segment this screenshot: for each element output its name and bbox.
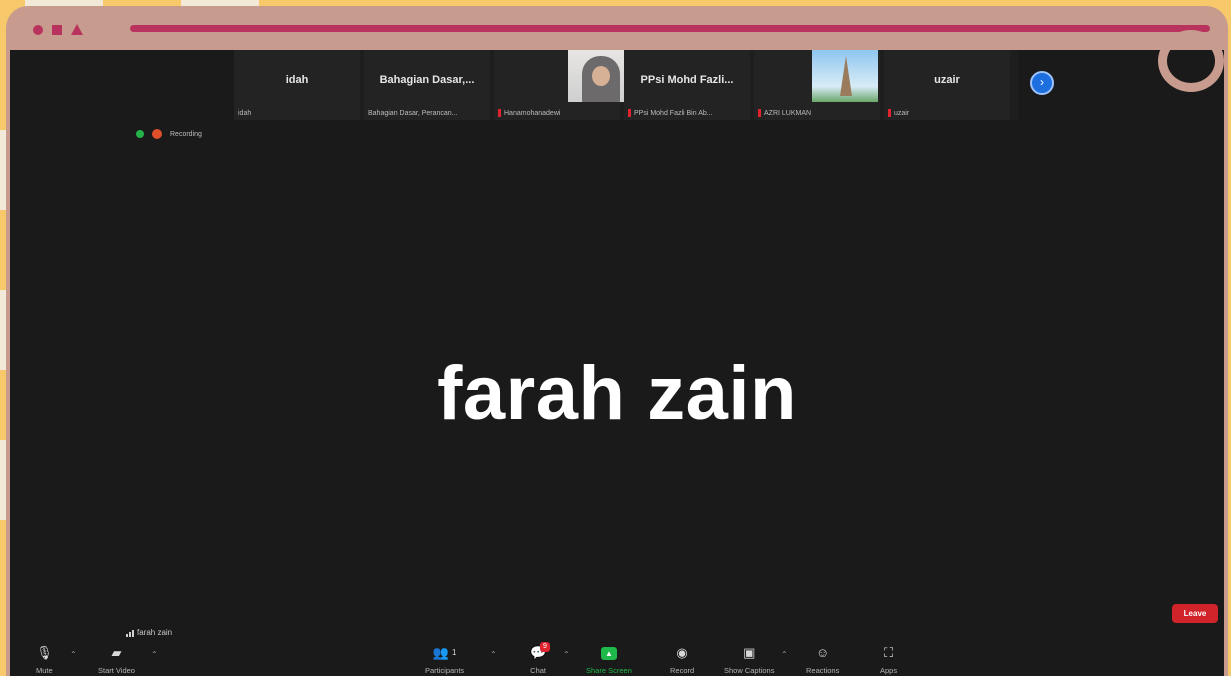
recording-indicator: Recording [136,129,202,139]
participant-photo [812,50,878,102]
chevron-up-icon[interactable]: ⌃ [563,650,570,659]
start-video-button[interactable]: ▰ Start Video [98,645,135,676]
participant-label: idah [238,110,252,117]
muted-mic-icon [628,109,631,117]
leave-button[interactable]: Leave [1172,604,1218,623]
self-view-label: farah zain [126,628,172,637]
muted-mic-icon [888,109,891,117]
chevron-up-icon[interactable]: ⌃ [490,650,497,659]
chevron-up-icon[interactable]: ⌃ [70,650,77,659]
captions-icon: ▣ [743,645,756,660]
window-frame: idah idah Bahagian Dasar,... Bahagian Da… [6,6,1228,676]
show-captions-button[interactable]: ▣ Show Captions [724,645,774,676]
participant-tile[interactable]: idah idah [234,50,360,120]
share-screen-button[interactable]: ▲ Share Screen [586,646,632,675]
meeting-toolbar: 🎙 Mute ⌃ ▰ Start Video ⌃ 👥 1 Participants… [10,640,1224,676]
record-icon [152,129,162,139]
participant-label: AZRI LUKMAN [758,109,811,117]
participant-label: Bahagian Dasar, Perancan... [368,110,458,117]
chevron-up-icon[interactable]: ⌃ [151,650,158,659]
participant-name: idah [285,74,309,86]
participant-tile[interactable]: Bahagian Dasar,... Bahagian Dasar, Peran… [364,50,490,120]
participant-name: Bahagian Dasar,... [379,74,475,86]
security-shield-icon[interactable] [136,130,144,138]
reactions-button[interactable]: ☺ Reactions [806,645,839,676]
participant-name: uzair [934,74,960,86]
mute-button[interactable]: 🎙 Mute [36,645,53,676]
meeting-screen: idah idah Bahagian Dasar,... Bahagian Da… [10,50,1224,676]
reactions-icon: ☺ [816,645,830,660]
chevron-up-icon[interactable]: ⌃ [781,650,788,659]
recording-text: Recording [170,130,202,138]
circle-icon[interactable] [33,24,43,35]
participants-button[interactable]: 👥 1 Participants [425,645,464,676]
next-page-button[interactable]: › [1030,71,1054,95]
chat-icon: 💬 9 [530,642,550,660]
participants-icon: 👥 1 [432,645,457,660]
apps-icon: ⛶ [884,645,894,660]
ring-decoration-icon [1158,30,1224,92]
square-icon[interactable] [52,24,62,35]
muted-mic-icon [498,109,501,117]
microphone-icon: 🎙 [36,645,53,660]
participant-label: Hanamohanadewi [498,109,560,117]
participant-tile[interactable]: uzair uzair [884,50,1010,120]
gallery-strip: idah idah Bahagian Dasar,... Bahagian Da… [234,50,1018,120]
participant-tile[interactable]: AZRI LUKMAN [754,50,880,120]
chevron-right-icon: › [1040,75,1044,89]
record-button[interactable]: ◉ Record [670,645,694,676]
record-icon: ◉ [676,645,688,660]
video-off-icon: ▰ [111,645,122,660]
address-bar [130,25,1210,32]
participant-name: PPsi Mohd Fazli... [640,74,734,86]
apps-button[interactable]: ⛶ Apps [880,645,897,676]
participant-label: uzair [888,109,909,117]
participant-label: PPsi Mohd Fazli Bin Ab... [628,109,713,117]
active-speaker-name: farah zain [437,351,797,436]
triangle-icon[interactable] [71,24,83,35]
chat-badge: 9 [540,642,550,652]
window-controls [33,24,83,35]
chat-button[interactable]: 💬 9 Chat [530,642,550,675]
signal-bars-icon [126,630,134,637]
share-screen-icon: ▲ [600,646,617,660]
muted-mic-icon [758,109,761,117]
participant-photo [568,50,632,102]
participant-tile[interactable]: PPsi Mohd Fazli... PPsi Mohd Fazli Bin A… [624,50,750,120]
participant-tile[interactable]: Hanamohanadewi [494,50,632,120]
window-titlebar [6,6,1228,50]
